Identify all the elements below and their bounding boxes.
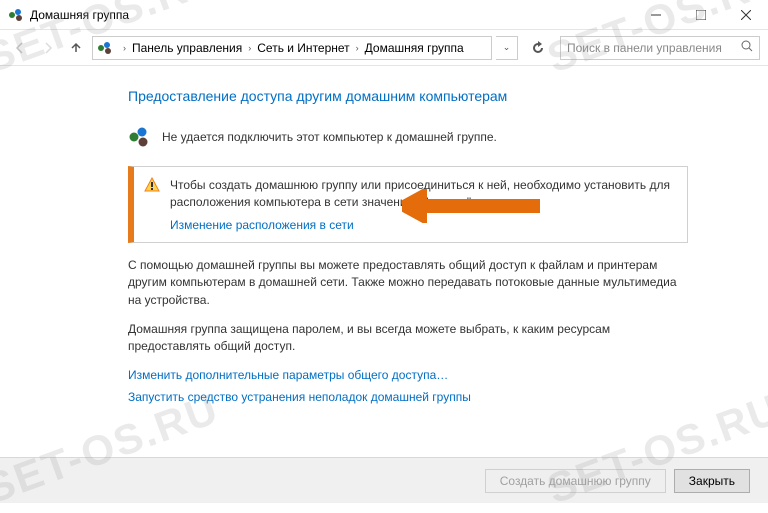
create-homegroup-button: Создать домашнюю группу	[485, 469, 666, 493]
chevron-right-icon[interactable]: ›	[248, 43, 251, 53]
breadcrumb-item[interactable]: Сеть и Интернет	[257, 41, 349, 55]
description-1: С помощью домашней группы вы можете пред…	[128, 257, 688, 309]
search-icon	[741, 40, 753, 55]
chevron-right-icon[interactable]: ›	[123, 43, 126, 53]
close-button[interactable]	[723, 0, 768, 30]
info-box: Чтобы создать домашнюю группу или присое…	[128, 166, 688, 243]
titlebar: Домашняя группа	[0, 0, 768, 30]
warning-icon	[144, 177, 160, 193]
breadcrumb-item[interactable]: Панель управления	[132, 41, 242, 55]
page-title: Предоставление доступа другим домашним к…	[128, 88, 688, 104]
minimize-button[interactable]	[633, 0, 678, 30]
search-input[interactable]: Поиск в панели управления	[560, 36, 760, 60]
advanced-sharing-link[interactable]: Изменить дополнительные параметры общего…	[128, 368, 688, 382]
change-location-link[interactable]: Изменение расположения в сети	[170, 218, 675, 232]
maximize-button[interactable]	[678, 0, 723, 30]
breadcrumb-item[interactable]: Домашняя группа	[365, 41, 464, 55]
refresh-button[interactable]	[526, 36, 550, 60]
description-2: Домашняя группа защищена паролем, и вы в…	[128, 321, 688, 356]
homegroup-icon	[8, 7, 24, 23]
breadcrumb[interactable]: › Панель управления › Сеть и Интернет › …	[92, 36, 492, 60]
navbar: › Панель управления › Сеть и Интернет › …	[0, 30, 768, 66]
forward-button[interactable]	[36, 36, 60, 60]
info-text: Чтобы создать домашнюю группу или присое…	[170, 177, 675, 212]
homegroup-icon	[128, 126, 150, 148]
homegroup-icon	[97, 40, 113, 56]
status-text: Не удается подключить этот компьютер к д…	[162, 130, 497, 144]
status-row: Не удается подключить этот компьютер к д…	[128, 126, 688, 148]
chevron-right-icon[interactable]: ›	[356, 43, 359, 53]
window-title: Домашняя группа	[30, 8, 633, 22]
search-placeholder: Поиск в панели управления	[567, 41, 741, 55]
back-button[interactable]	[8, 36, 32, 60]
content-area: Предоставление доступа другим домашним к…	[0, 66, 768, 404]
footer: Создать домашнюю группу Закрыть	[0, 457, 768, 503]
breadcrumb-dropdown[interactable]: ⌄	[496, 36, 518, 60]
close-button-footer[interactable]: Закрыть	[674, 469, 750, 493]
troubleshoot-link[interactable]: Запустить средство устранения неполадок …	[128, 390, 688, 404]
up-button[interactable]	[64, 36, 88, 60]
